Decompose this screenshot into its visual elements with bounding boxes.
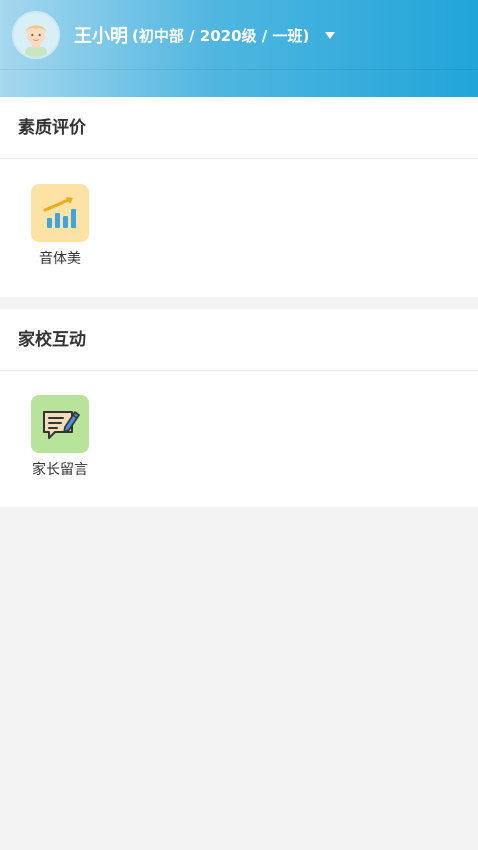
child-avatar-icon <box>14 13 58 57</box>
section-body: 家长留言 <box>0 371 478 507</box>
app-label: 家长留言 <box>32 462 88 478</box>
bar-chart-trend-icon[interactable] <box>31 184 89 242</box>
app-label: 音体美 <box>39 251 81 267</box>
screen: 王小明 (初中部 / 2020级 / 一班) 素质评价 音体美 家校互动 家长留… <box>0 0 478 850</box>
caret-down-icon[interactable] <box>325 31 336 39</box>
message-edit-icon[interactable] <box>31 395 89 453</box>
section-title: 素质评价 <box>0 97 478 159</box>
user-name: 王小明 <box>74 26 128 47</box>
header-divider <box>0 69 478 70</box>
section-quality-evaluation: 素质评价 音体美 <box>0 97 478 297</box>
section-home-school: 家校互动 家长留言 <box>0 309 478 507</box>
user-switcher[interactable]: 王小明 (初中部 / 2020级 / 一班) <box>0 0 478 70</box>
app-tile-parent-message[interactable]: 家长留言 <box>31 395 89 479</box>
content-panel: 素质评价 音体美 家校互动 家长留言 <box>0 97 478 507</box>
user-class-detail: (初中部 / 2020级 / 一班) <box>132 26 310 45</box>
avatar[interactable] <box>12 11 60 59</box>
section-gap <box>0 297 478 309</box>
section-title: 家校互动 <box>0 309 478 371</box>
section-body: 音体美 <box>0 159 478 297</box>
app-tile-music-sports-art[interactable]: 音体美 <box>31 184 89 268</box>
